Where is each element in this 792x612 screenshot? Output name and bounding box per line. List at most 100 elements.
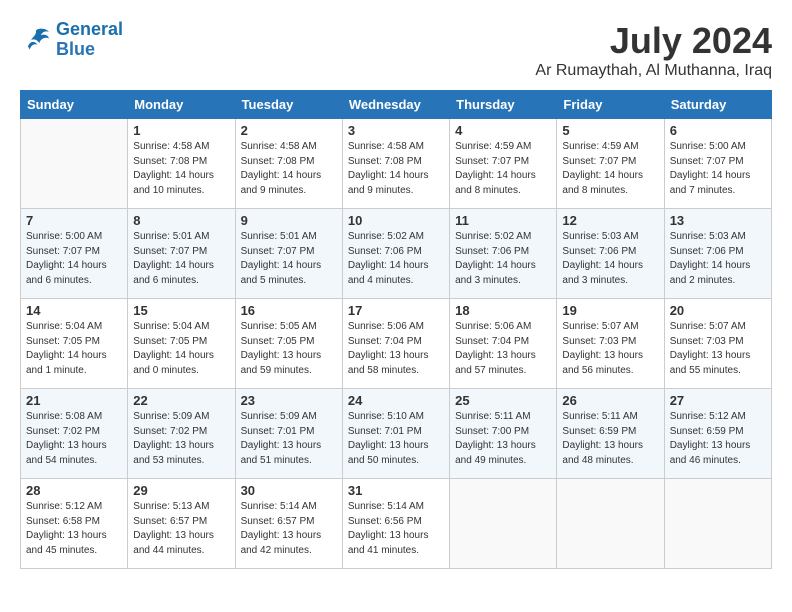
day-number: 21 [26,393,122,408]
calendar-cell: 21 Sunrise: 5:08 AM Sunset: 7:02 PM Dayli… [21,389,128,479]
calendar-cell: 10 Sunrise: 5:02 AM Sunset: 7:06 PM Dayli… [342,209,449,299]
day-number: 22 [133,393,229,408]
logo-text: GeneralBlue [56,20,123,60]
calendar-cell [557,479,664,569]
calendar-cell: 22 Sunrise: 5:09 AM Sunset: 7:02 PM Dayli… [128,389,235,479]
day-number: 31 [348,483,444,498]
day-info: Sunrise: 4:58 AM Sunset: 7:08 PM Dayligh… [348,140,444,198]
calendar-cell: 14 Sunrise: 5:04 AM Sunset: 7:05 PM Dayli… [21,299,128,389]
day-info: Sunrise: 4:58 AM Sunset: 7:08 PM Dayligh… [133,140,229,198]
calendar-week-row: 1Sunrise: 4:58 AM Sunset: 7:08 PM Daylig… [21,119,772,209]
day-number: 16 [241,303,337,318]
day-number: 7 [26,213,122,228]
location-title: Ar Rumaythah, Al Muthanna, Iraq [535,62,772,80]
day-info: Sunrise: 5:07 AM Sunset: 7:03 PM Dayligh… [562,320,658,378]
day-number: 26 [562,393,658,408]
calendar-cell: 4 Sunrise: 4:59 AM Sunset: 7:07 PM Daylig… [450,119,557,209]
day-info: Sunrise: 5:01 AM Sunset: 7:07 PM Dayligh… [133,230,229,288]
day-number: 3 [348,123,444,138]
day-info: Sunrise: 5:12 AM Sunset: 6:58 PM Dayligh… [26,500,122,558]
title-block: July 2024 Ar Rumaythah, Al Muthanna, Ira… [535,20,772,80]
calendar-cell: 30 Sunrise: 5:14 AM Sunset: 6:57 PM Dayli… [235,479,342,569]
day-info: Sunrise: 5:11 AM Sunset: 6:59 PM Dayligh… [562,410,658,468]
calendar-cell: 6Sunrise: 5:00 AM Sunset: 7:07 PM Daylig… [664,119,771,209]
calendar-cell: 9Sunrise: 5:01 AM Sunset: 7:07 PM Daylig… [235,209,342,299]
day-number: 17 [348,303,444,318]
day-info: Sunrise: 5:06 AM Sunset: 7:04 PM Dayligh… [348,320,444,378]
calendar-cell: 23 Sunrise: 5:09 AM Sunset: 7:01 PM Dayli… [235,389,342,479]
calendar-cell: 2Sunrise: 4:58 AM Sunset: 7:08 PM Daylig… [235,119,342,209]
calendar-cell: 25 Sunrise: 5:11 AM Sunset: 7:00 PM Dayli… [450,389,557,479]
day-info: Sunrise: 5:14 AM Sunset: 6:57 PM Dayligh… [241,500,337,558]
day-number: 4 [455,123,551,138]
calendar-cell [450,479,557,569]
calendar-week-row: 28Sunrise: 5:12 AM Sunset: 6:58 PM Dayli… [21,479,772,569]
header-wednesday: Wednesday [342,91,449,119]
day-info: Sunrise: 5:14 AM Sunset: 6:56 PM Dayligh… [348,500,444,558]
calendar-cell: 13 Sunrise: 5:03 AM Sunset: 7:06 PM Dayli… [664,209,771,299]
day-info: Sunrise: 5:03 AM Sunset: 7:06 PM Dayligh… [670,230,766,288]
calendar-cell: 24 Sunrise: 5:10 AM Sunset: 7:01 PM Dayli… [342,389,449,479]
day-info: Sunrise: 5:13 AM Sunset: 6:57 PM Dayligh… [133,500,229,558]
logo: GeneralBlue [20,20,123,60]
day-info: Sunrise: 4:59 AM Sunset: 7:07 PM Dayligh… [455,140,551,198]
day-info: Sunrise: 5:04 AM Sunset: 7:05 PM Dayligh… [26,320,122,378]
day-info: Sunrise: 5:02 AM Sunset: 7:06 PM Dayligh… [348,230,444,288]
header-friday: Friday [557,91,664,119]
day-info: Sunrise: 5:00 AM Sunset: 7:07 PM Dayligh… [670,140,766,198]
day-info: Sunrise: 5:02 AM Sunset: 7:06 PM Dayligh… [455,230,551,288]
calendar-cell: 3 Sunrise: 4:58 AM Sunset: 7:08 PM Daylig… [342,119,449,209]
calendar-cell: 26 Sunrise: 5:11 AM Sunset: 6:59 PM Dayli… [557,389,664,479]
day-number: 9 [241,213,337,228]
calendar-cell: 5Sunrise: 4:59 AM Sunset: 7:07 PM Daylig… [557,119,664,209]
header-sunday: Sunday [21,91,128,119]
day-number: 14 [26,303,122,318]
day-number: 11 [455,213,551,228]
day-number: 24 [348,393,444,408]
day-number: 10 [348,213,444,228]
calendar-cell: 8 Sunrise: 5:01 AM Sunset: 7:07 PM Daylig… [128,209,235,299]
day-number: 5 [562,123,658,138]
header-monday: Monday [128,91,235,119]
day-number: 8 [133,213,229,228]
day-info: Sunrise: 5:08 AM Sunset: 7:02 PM Dayligh… [26,410,122,468]
calendar-cell: 28Sunrise: 5:12 AM Sunset: 6:58 PM Dayli… [21,479,128,569]
calendar-cell [21,119,128,209]
day-info: Sunrise: 5:05 AM Sunset: 7:05 PM Dayligh… [241,320,337,378]
day-info: Sunrise: 4:58 AM Sunset: 7:08 PM Dayligh… [241,140,337,198]
month-title: July 2024 [535,20,772,62]
calendar-cell [664,479,771,569]
day-number: 12 [562,213,658,228]
calendar-cell: 31 Sunrise: 5:14 AM Sunset: 6:56 PM Dayli… [342,479,449,569]
calendar-cell: 1Sunrise: 4:58 AM Sunset: 7:08 PM Daylig… [128,119,235,209]
header-thursday: Thursday [450,91,557,119]
day-number: 13 [670,213,766,228]
calendar-cell: 11 Sunrise: 5:02 AM Sunset: 7:06 PM Dayli… [450,209,557,299]
day-info: Sunrise: 5:00 AM Sunset: 7:07 PM Dayligh… [26,230,122,288]
calendar-cell: 27Sunrise: 5:12 AM Sunset: 6:59 PM Dayli… [664,389,771,479]
day-info: Sunrise: 5:09 AM Sunset: 7:01 PM Dayligh… [241,410,337,468]
calendar-table: SundayMondayTuesdayWednesdayThursdayFrid… [20,90,772,569]
day-info: Sunrise: 5:04 AM Sunset: 7:05 PM Dayligh… [133,320,229,378]
day-info: Sunrise: 5:11 AM Sunset: 7:00 PM Dayligh… [455,410,551,468]
day-info: Sunrise: 5:09 AM Sunset: 7:02 PM Dayligh… [133,410,229,468]
calendar-cell: 29Sunrise: 5:13 AM Sunset: 6:57 PM Dayli… [128,479,235,569]
day-info: Sunrise: 5:10 AM Sunset: 7:01 PM Dayligh… [348,410,444,468]
calendar-week-row: 21 Sunrise: 5:08 AM Sunset: 7:02 PM Dayli… [21,389,772,479]
day-info: Sunrise: 5:03 AM Sunset: 7:06 PM Dayligh… [562,230,658,288]
calendar-week-row: 14 Sunrise: 5:04 AM Sunset: 7:05 PM Dayli… [21,299,772,389]
day-number: 30 [241,483,337,498]
calendar-cell: 19 Sunrise: 5:07 AM Sunset: 7:03 PM Dayli… [557,299,664,389]
header-saturday: Saturday [664,91,771,119]
day-number: 23 [241,393,337,408]
day-number: 25 [455,393,551,408]
calendar-cell: 15Sunrise: 5:04 AM Sunset: 7:05 PM Dayli… [128,299,235,389]
day-info: Sunrise: 5:06 AM Sunset: 7:04 PM Dayligh… [455,320,551,378]
day-number: 19 [562,303,658,318]
page-header: GeneralBlue July 2024 Ar Rumaythah, Al M… [20,20,772,80]
day-number: 20 [670,303,766,318]
header-tuesday: Tuesday [235,91,342,119]
day-number: 27 [670,393,766,408]
calendar-cell: 7 Sunrise: 5:00 AM Sunset: 7:07 PM Daylig… [21,209,128,299]
day-info: Sunrise: 5:07 AM Sunset: 7:03 PM Dayligh… [670,320,766,378]
